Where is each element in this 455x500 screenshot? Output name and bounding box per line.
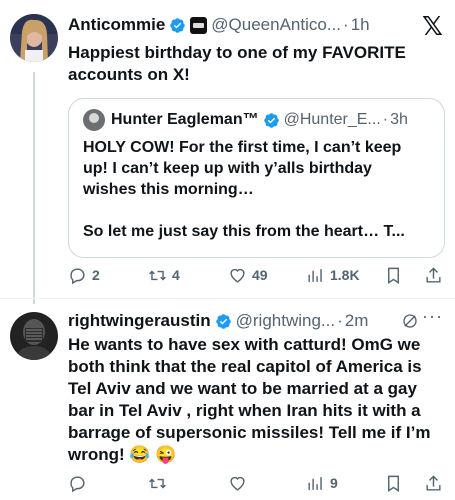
- tweet-text-line: He wants to have sex with catturd! OmG w…: [68, 335, 421, 354]
- avatar[interactable]: [10, 14, 58, 62]
- quoted-avatar: [83, 109, 105, 131]
- separator-dot: ·: [382, 111, 389, 128]
- reply-button[interactable]: [68, 474, 87, 493]
- repost-count: 4: [172, 267, 180, 283]
- quoted-text-line: So let me just say this from the heart… …: [83, 223, 405, 240]
- repost-button[interactable]: 4: [148, 266, 180, 285]
- analytics-icon: [308, 268, 322, 282]
- separator-dot: ·: [343, 15, 349, 34]
- quoted-tweet-header: Hunter Eagleman™ @Hunter_E... · 3h: [83, 109, 408, 131]
- quoted-timestamp: 3h: [390, 111, 408, 128]
- analytics-icon: [308, 476, 322, 490]
- action-bar: 9: [66, 471, 445, 495]
- grok-icon[interactable]: [401, 312, 419, 330]
- tweet-header: Anticommie @QueenAntico... · 1h: [68, 14, 447, 36]
- reply-icon: [70, 475, 85, 492]
- timestamp[interactable]: 1h: [351, 15, 370, 35]
- reply-button[interactable]: 2: [68, 266, 100, 285]
- reply-icon: [70, 267, 85, 284]
- reply-count: 2: [92, 267, 100, 283]
- views-button[interactable]: 1.8K: [306, 266, 360, 285]
- tweet-anticommie[interactable]: Anticommie @QueenAntico... · 1h 𝕏 Happie…: [0, 0, 455, 304]
- repost-icon: [149, 270, 166, 280]
- quoted-text-line: up! I can’t keep up with y’alls birthday: [83, 160, 372, 177]
- tweet-text: Happiest birthday to one of my FAVORITE …: [68, 42, 445, 86]
- tweet-text: He wants to have sex with catturd! OmG w…: [68, 334, 445, 466]
- views-count: 1.8K: [330, 267, 360, 283]
- share-button[interactable]: [424, 266, 443, 285]
- bookmark-icon: [388, 475, 399, 492]
- share-icon: [426, 474, 441, 491]
- thread-line: [33, 72, 35, 304]
- heart-icon: [230, 268, 245, 283]
- views-count: 9: [330, 475, 338, 491]
- bookmark-button[interactable]: [384, 474, 403, 493]
- handle[interactable]: @rightwing...: [236, 311, 335, 331]
- x-logo-icon: 𝕏: [422, 12, 443, 42]
- tweet-text-line: Happiest birthday to one of my FAVORITE: [68, 43, 406, 62]
- avatar[interactable]: [10, 312, 58, 360]
- share-button[interactable]: [424, 474, 443, 493]
- tweet-text-line: Tel Aviv and we want to be married at a …: [68, 379, 417, 398]
- verified-badge-icon: [215, 313, 231, 329]
- tweet-text-line: barrage of supersonic missiles! Tell me …: [68, 423, 431, 442]
- quoted-text-line: wishes this morning…: [83, 181, 254, 198]
- tweet-text-line: accounts on X!: [68, 65, 190, 84]
- bookmark-icon: [388, 267, 399, 284]
- repost-icon: [149, 478, 166, 488]
- tweet-rightwingeraustin[interactable]: rightwingeraustin @rightwing... · 2m ···…: [0, 300, 455, 500]
- tweet-header: rightwingeraustin @rightwing... · 2m: [68, 310, 447, 332]
- more-options-icon[interactable]: ···: [422, 306, 443, 327]
- separator-dot: ·: [337, 311, 343, 330]
- tweet-text-line: wrong! 😂 😜: [68, 445, 177, 464]
- quoted-tweet[interactable]: Hunter Eagleman™ @Hunter_E... · 3h HOLY …: [68, 98, 445, 258]
- quoted-display-name: Hunter Eagleman™: [111, 111, 259, 128]
- quoted-handle: @Hunter_E...: [283, 111, 381, 128]
- timestamp[interactable]: 2m: [345, 311, 369, 331]
- like-count: 49: [252, 267, 268, 283]
- action-bar: 2 4 49 1.8K: [66, 263, 445, 287]
- display-name[interactable]: rightwingeraustin: [68, 311, 211, 331]
- divider: [0, 298, 455, 299]
- display-name[interactable]: Anticommie: [68, 15, 165, 35]
- quoted-text-line: HOLY COW! For the first time, I can’t ke…: [83, 139, 402, 156]
- verified-badge-icon: [263, 112, 279, 128]
- like-button[interactable]: [228, 474, 247, 493]
- verified-badge-icon: [170, 17, 186, 33]
- affiliate-badge-icon: [190, 16, 208, 34]
- handle[interactable]: @QueenAntico...: [211, 15, 341, 35]
- tweet-text-line: both think that the real capitol of Amer…: [68, 357, 422, 376]
- tweet-text-line: bar in Tel Aviv , right when Iran hits i…: [68, 401, 421, 420]
- views-button[interactable]: 9: [306, 474, 338, 493]
- like-button[interactable]: 49: [228, 266, 268, 285]
- share-icon: [426, 266, 441, 283]
- heart-icon: [230, 476, 245, 491]
- repost-button[interactable]: [148, 474, 167, 493]
- quoted-tweet-text: HOLY COW! For the first time, I can’t ke…: [83, 137, 432, 242]
- bookmark-button[interactable]: [384, 266, 403, 285]
